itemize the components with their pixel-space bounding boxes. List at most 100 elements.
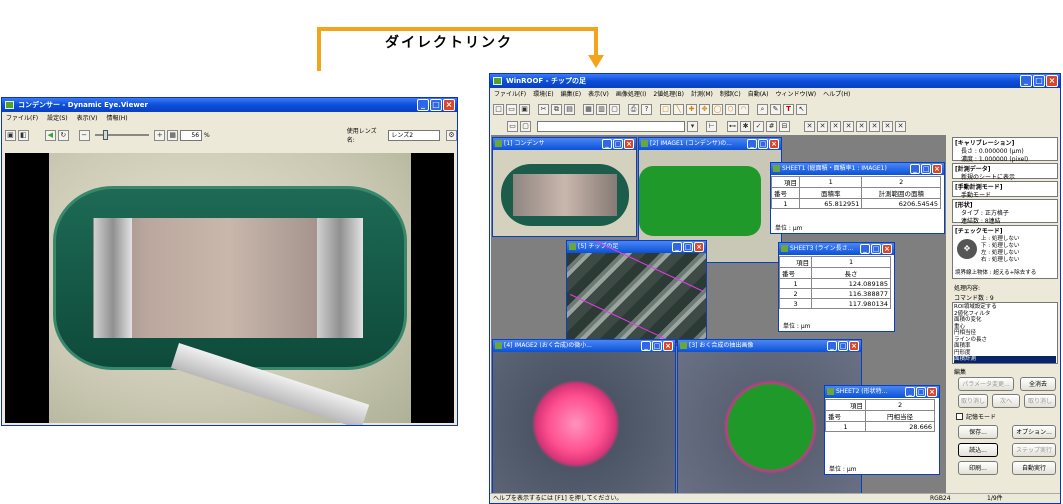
menu-edit[interactable]: 編集(E) [561, 89, 581, 100]
line-tool-icon[interactable]: ╲ [673, 103, 684, 115]
process-list[interactable]: ROI領域設定する 2値化フィルタ 面積の変化 重心 円相当径 ラインの長さ 面… [952, 302, 1058, 364]
x-tool-5-icon[interactable]: ✕ [856, 120, 867, 132]
menu-file[interactable]: ファイル(F) [494, 89, 526, 100]
next-button[interactable]: 次へ [992, 394, 1020, 408]
minimize-button[interactable]: _ [417, 99, 429, 111]
menu-view[interactable]: 表示(V) [77, 113, 98, 124]
menu-environment[interactable]: 環境(E) [533, 89, 553, 100]
menu-view[interactable]: 表示(V) [588, 89, 609, 100]
mark-icon[interactable]: ✱ [740, 120, 751, 132]
copy-icon[interactable]: ◧ [17, 129, 29, 141]
dropdown-icon[interactable]: ▾ [687, 120, 698, 132]
minimize-button[interactable]: _ [860, 244, 870, 254]
zoom-out-icon[interactable]: − [78, 129, 90, 141]
image-window-1[interactable]: [1] コンデンサ _ □ × [492, 137, 637, 237]
move-tool-icon[interactable]: ✥ [699, 103, 710, 115]
menu-image-processing[interactable]: 画像処理(I) [616, 89, 646, 100]
close-button[interactable]: × [769, 139, 779, 149]
split-icon[interactable]: ⊟ [779, 120, 790, 132]
table-icon[interactable]: ▥ [596, 103, 607, 115]
maximize-button[interactable]: □ [871, 244, 881, 254]
count-icon[interactable]: # [766, 120, 777, 132]
table-row[interactable]: 1 28.666 [825, 421, 935, 432]
x-tool-8-icon[interactable]: ✕ [895, 120, 906, 132]
new-icon[interactable]: □ [493, 103, 504, 115]
maximize-button[interactable]: □ [921, 164, 931, 174]
pen-icon[interactable]: ✎ [770, 103, 781, 115]
close-button[interactable]: × [927, 387, 937, 397]
close-button[interactable]: × [932, 164, 942, 174]
zoom-slider[interactable] [94, 130, 150, 140]
measure-icon[interactable]: ⊷ [727, 120, 738, 132]
menu-auto[interactable]: 自動(A) [748, 89, 769, 100]
image-select[interactable] [537, 120, 685, 132]
menu-binary[interactable]: 2値処理(B) [653, 89, 684, 100]
close-button[interactable]: × [663, 341, 673, 351]
cross-tool-icon[interactable]: ✚ [686, 103, 697, 115]
image-window-5[interactable]: [5] チップの足 _ □ × [566, 240, 707, 346]
maximize-button[interactable]: □ [683, 242, 693, 252]
maximize-button[interactable]: □ [652, 341, 662, 351]
maximize-button[interactable]: □ [1033, 75, 1045, 87]
step-run-button[interactable]: ステップ実行 [1012, 443, 1056, 457]
pointer-icon[interactable]: ↖ [796, 103, 807, 115]
close-button[interactable]: × [849, 341, 859, 351]
maximize-button[interactable]: □ [758, 139, 768, 149]
minimize-button[interactable]: _ [602, 139, 612, 149]
x-tool-7-icon[interactable]: ✕ [882, 120, 893, 132]
ruler-icon[interactable]: ⊢ [706, 120, 717, 132]
maximize-button[interactable]: □ [916, 387, 926, 397]
print-icon[interactable]: ⎙ [628, 103, 639, 115]
ellipse-tool-icon[interactable]: ◯ [712, 103, 723, 115]
minimize-button[interactable]: _ [672, 242, 682, 252]
table-row[interactable]: 1 65.812951 6206.54545 [771, 198, 941, 209]
auto-run-button[interactable]: 自動実行 [1012, 461, 1056, 475]
menu-file[interactable]: ファイル(F) [6, 113, 38, 124]
minimize-button[interactable]: _ [1020, 75, 1032, 87]
print-button[interactable]: 印刷... [958, 461, 998, 475]
close-button[interactable]: × [694, 242, 704, 252]
menu-info[interactable]: 情報(H) [106, 113, 127, 124]
close-button[interactable]: × [882, 244, 892, 254]
sheet-window-1[interactable]: SHEET1 (総面積・面積率1 : IMAGE1) _ □ × 項目 1 2 番号 面積… [770, 162, 945, 234]
undo-button[interactable]: 取り消し [958, 394, 988, 408]
menu-window[interactable]: ウィンドウ(W) [776, 89, 817, 100]
minimize-button[interactable]: _ [747, 139, 757, 149]
rotate-icon[interactable]: ↻ [57, 129, 69, 141]
menu-settings[interactable]: 設定(S) [47, 113, 68, 124]
option-button[interactable]: オプション... [1012, 425, 1056, 439]
close-button[interactable]: × [443, 99, 455, 111]
record-mode-checkbox[interactable] [956, 413, 963, 420]
x-tool-2-icon[interactable]: ✕ [817, 120, 828, 132]
reset-button[interactable]: 取り消し [1024, 394, 1056, 408]
winroof-titlebar[interactable]: WinROOF - チップの足 _ □ × [490, 74, 1060, 88]
x-tool-6-icon[interactable]: ✕ [869, 120, 880, 132]
grid-icon[interactable]: ▦ [583, 103, 594, 115]
image-window-4[interactable]: [4] IMAGE2 (おく合成)の微小... _ □ × [492, 339, 676, 495]
back-icon[interactable]: ◀ [44, 129, 56, 141]
save-icon[interactable]: ▣ [519, 103, 530, 115]
delete-all-button[interactable]: 全消去 [1020, 377, 1056, 391]
frame-icon[interactable]: ▢ [609, 103, 620, 115]
zoom-in-icon[interactable]: + [154, 129, 166, 141]
minimize-button[interactable]: _ [641, 341, 651, 351]
check-icon[interactable]: ✓ [753, 120, 764, 132]
save-button[interactable]: 保存... [958, 425, 998, 439]
minimize-button[interactable]: _ [910, 164, 920, 174]
help-icon[interactable]: ? [641, 103, 652, 115]
menu-help[interactable]: ヘルプ(H) [823, 89, 850, 100]
parameter-button[interactable]: パラメータ変更... [958, 377, 1014, 391]
copy-icon[interactable]: ⧉ [551, 103, 562, 115]
paste-icon[interactable]: ▤ [564, 103, 575, 115]
table-row[interactable]: 1 124.089185 [779, 278, 891, 289]
sheet-window-2[interactable]: SHEET2 (形状特... _ □ × 項目 2 番号 円相当径 1 28.666 単位… [824, 385, 940, 475]
maximize-button[interactable]: □ [613, 139, 623, 149]
maximize-button[interactable]: □ [430, 99, 442, 111]
x-tool-4-icon[interactable]: ✕ [843, 120, 854, 132]
maximize-button[interactable]: □ [838, 341, 848, 351]
close-button[interactable]: × [1046, 75, 1058, 87]
lens-select[interactable]: レンズ2 [388, 129, 441, 141]
frame-icon[interactable]: ▢ [520, 120, 531, 132]
rect-tool-icon[interactable]: □ [660, 103, 671, 115]
zoom-slider-handle[interactable] [102, 130, 108, 140]
